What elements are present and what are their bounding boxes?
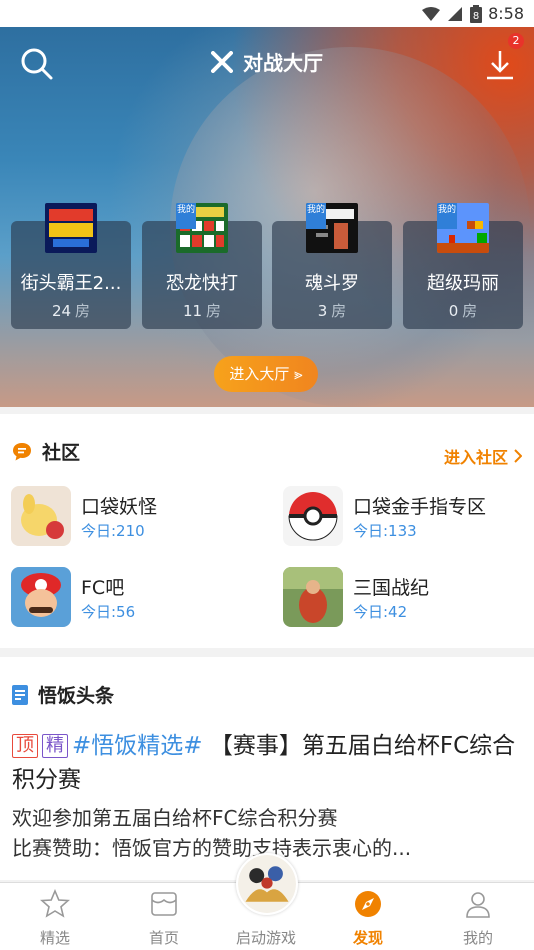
page-title: 对战大厅 (0, 47, 534, 76)
pokemon-forum-icon (11, 486, 71, 546)
wifi-icon (422, 6, 441, 21)
page-title-text: 对战大厅 (243, 51, 323, 75)
battery-icon: 8 (470, 4, 483, 23)
user-icon (466, 892, 490, 918)
signal-icon (448, 6, 463, 21)
pokeball-icon (283, 486, 343, 546)
three-kingdoms-forum-icon (283, 567, 343, 627)
community-title: 社区 (42, 442, 81, 464)
crossed-swords-icon (211, 50, 233, 73)
game-card-street-fighter[interactable]: 街头霸王2... 24 房 (11, 203, 131, 329)
download-count-badge: 2 (508, 33, 524, 49)
store-icon (151, 892, 177, 916)
news-article[interactable]: 顶精 #悟饭精选# 【赛事】第五届白给杯FC综合积分赛 欢迎参加第五届白给杯FC综… (12, 729, 527, 863)
news-headline: 顶精 #悟饭精选# 【赛事】第五届白给杯FC综合积分赛 (12, 729, 527, 797)
forum-item-pokemon[interactable]: 口袋妖怪 今日:210 (11, 486, 261, 548)
community-section: 社区 进入社区 口袋妖怪 今日:210 口袋金手指专区 今日:133 FC吧 今… (0, 414, 534, 648)
mario-forum-icon (11, 567, 71, 627)
mine-tag: 我的 (176, 203, 196, 229)
game-list: 街头霸王2... 24 房 我的 恐龙快打 11 房 我的 魂斗罗 3 房 我的… (11, 203, 523, 329)
news-section: 悟饭头条 顶精 #悟饭精选# 【赛事】第五届白给杯FC综合积分赛 欢迎参加第五届白… (0, 657, 534, 880)
mine-tag: 我的 (437, 203, 457, 229)
status-bar: 8 8:58 (0, 0, 534, 27)
chevron-right-icon (514, 449, 522, 463)
svg-text:8: 8 (473, 11, 479, 22)
enter-hall-button[interactable]: 进入大厅 ⪢ (214, 356, 318, 392)
game-card-super-mario[interactable]: 我的 超级玛丽 0房 (403, 203, 523, 329)
pinned-tag: 顶 (12, 734, 38, 758)
enter-community-link[interactable]: 进入社区 (444, 444, 522, 468)
compass-icon (355, 891, 381, 917)
featured-tag: 精 (42, 734, 68, 758)
launch-game-button[interactable] (236, 853, 298, 915)
street-fighter-cover (45, 203, 97, 253)
mine-tag: 我的 (306, 203, 326, 229)
tab-mine[interactable]: 我的 (425, 883, 531, 950)
game-card-contra[interactable]: 我的 魂斗罗 3房 (272, 203, 392, 329)
chat-bubble-icon (13, 442, 31, 460)
tab-home[interactable]: 首页 (111, 883, 217, 950)
topic-link[interactable]: #悟饭精选# (72, 733, 203, 759)
tab-featured[interactable]: 精选 (2, 883, 108, 950)
forum-item-three-kingdoms[interactable]: 三国战纪 今日:42 (283, 567, 533, 629)
community-header: 社区 (12, 438, 80, 465)
news-title: 悟饭头条 (38, 685, 115, 707)
document-icon (12, 684, 28, 705)
forum-item-fc[interactable]: FC吧 今日:56 (11, 567, 261, 629)
forum-item-pokemon-cheats[interactable]: 口袋金手指专区 今日:133 (283, 486, 533, 548)
battle-hall-banner: 对战大厅 2 街头霸王2... 24 房 我的 恐龙快打 11 房 我的 魂斗罗… (0, 27, 534, 407)
star-icon (40, 889, 70, 918)
news-header: 悟饭头条 (12, 681, 114, 708)
tab-discover[interactable]: 发现 (315, 883, 421, 950)
clock: 8:58 (488, 4, 524, 23)
game-card-dino-fight[interactable]: 我的 恐龙快打 11 房 (142, 203, 262, 329)
download-icon[interactable] (484, 49, 516, 81)
